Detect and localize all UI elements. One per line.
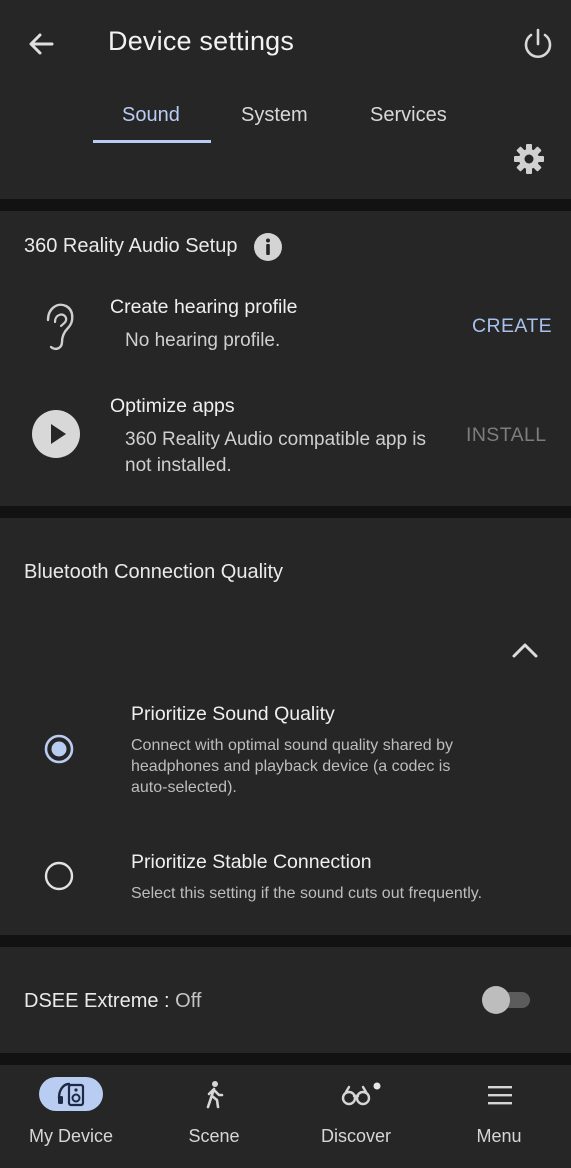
page-title: Device settings [108, 26, 295, 56]
tab-services[interactable]: Services [370, 104, 447, 127]
sound-settings-strip [0, 144, 571, 199]
option-stable-connection-desc: Select this setting if the sound cuts ou… [131, 885, 483, 902]
install-button[interactable]: INSTALL [466, 424, 546, 447]
optimize-apps-title: Optimize apps [110, 395, 235, 417]
chevron-up-icon[interactable] [510, 638, 540, 662]
nav-menu[interactable]: Menu [428, 1065, 570, 1168]
tab-sound[interactable]: Sound [122, 104, 180, 127]
bluetooth-quality-title: Bluetooth Connection Quality [24, 561, 284, 583]
headphones-device-icon [57, 1082, 85, 1107]
active-tab-indicator [93, 140, 211, 143]
option-sound-quality-desc-line3: auto-selected). [131, 779, 237, 796]
nav-scene[interactable]: Scene [143, 1065, 285, 1168]
option-sound-quality-desc-line1: Connect with optimal sound quality share… [131, 737, 453, 754]
ear-icon [46, 303, 74, 350]
nav-label-discover: Discover [320, 1126, 391, 1146]
hearing-profile-title: Create hearing profile [110, 296, 298, 318]
nav-discover[interactable]: Discover [285, 1065, 427, 1168]
radio-stable-connection[interactable] [43, 860, 75, 892]
toggle-thumb [482, 986, 510, 1014]
radio-sound-quality[interactable] [43, 733, 75, 765]
nav-my-device[interactable]: My Device [0, 1065, 142, 1168]
nav-label-menu: Menu [476, 1126, 522, 1146]
tab-bar: Sound System Services [0, 88, 571, 144]
walking-person-icon [206, 1081, 224, 1109]
dsee-value: Off [175, 990, 202, 1012]
nav-label-scene: Scene [188, 1126, 240, 1146]
option-stable-connection-title[interactable]: Prioritize Stable Connection [131, 851, 372, 874]
dsee-label-text: DSEE Extreme : [24, 990, 176, 1012]
optimize-apps-status-line2: not installed. [125, 455, 232, 476]
create-button[interactable]: CREATE [472, 315, 552, 338]
power-icon[interactable] [518, 24, 558, 64]
back-arrow-icon[interactable] [22, 24, 62, 64]
info-icon[interactable] [253, 232, 283, 262]
nav-label-my-device: My Device [28, 1126, 113, 1146]
hamburger-menu-icon [488, 1086, 512, 1105]
gear-icon[interactable] [511, 141, 547, 177]
reality-audio-title: 360 Reality Audio Setup [24, 235, 238, 257]
option-sound-quality-desc-line2: headphones and playback device (a codec … [131, 758, 451, 775]
tab-system[interactable]: System [241, 104, 308, 127]
optimize-apps-status-line1: 360 Reality Audio compatible app is [125, 429, 427, 450]
dsee-label: DSEE Extreme : Off [24, 990, 201, 1013]
option-sound-quality-title[interactable]: Prioritize Sound Quality [131, 703, 335, 726]
dsee-toggle[interactable] [482, 986, 532, 1014]
bottom-navigation: My Device Scene Discover Menu [0, 1065, 571, 1168]
app-bar: Device settings [0, 0, 571, 88]
hearing-profile-status: No hearing profile. [125, 330, 281, 351]
binoculars-icon [341, 1082, 381, 1106]
play-icon[interactable] [32, 410, 80, 458]
